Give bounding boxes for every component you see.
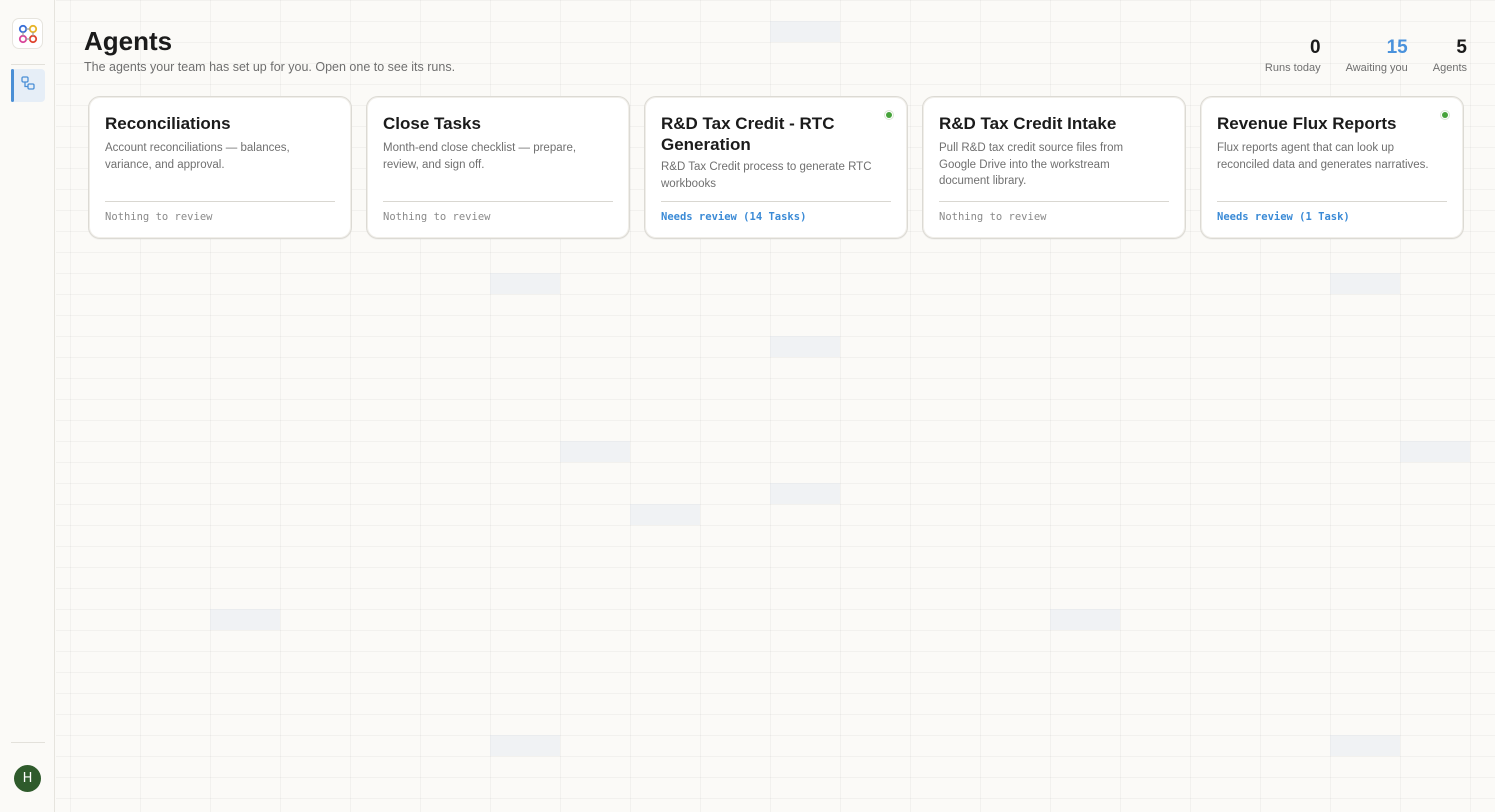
agent-card-title: Close Tasks xyxy=(383,114,481,133)
stat-label: Awaiting you xyxy=(1345,62,1408,74)
agent-card-description: Flux reports agent that can look up reco… xyxy=(1217,142,1429,171)
stat-value: 5 xyxy=(1456,37,1467,58)
agent-card-status: Nothing to review xyxy=(383,211,491,223)
background-grid-cell xyxy=(560,441,630,462)
card-divider xyxy=(105,201,335,202)
card-divider xyxy=(661,201,891,202)
background-grid-cell xyxy=(630,504,700,525)
page-subtitle: The agents your team has set up for you.… xyxy=(84,60,456,74)
agent-card[interactable]: R&D Tax Credit Intake Pull R&D tax credi… xyxy=(922,96,1186,239)
agent-card-title: Reconciliations xyxy=(105,114,231,133)
stat-label: Runs today xyxy=(1264,62,1321,74)
agents-icon xyxy=(20,75,36,96)
stat-label: Agents xyxy=(1432,62,1467,74)
agent-card-review-link[interactable]: Needs review (14 Tasks) xyxy=(661,210,806,224)
stat-agents: 5 Agents xyxy=(1433,37,1467,75)
background-grid-cell xyxy=(490,273,560,294)
card-divider xyxy=(383,201,613,202)
stat-value: 15 xyxy=(1386,37,1408,58)
background-grid-cell xyxy=(1050,609,1120,630)
page-title: Agents xyxy=(84,26,173,56)
sidebar-divider xyxy=(11,742,45,743)
active-status-dot-icon xyxy=(1440,110,1450,120)
app-window: H Agents The agents your team has set up… xyxy=(0,0,1495,812)
background-grid-cell xyxy=(770,336,840,357)
stat-runs-today: 0 Runs today xyxy=(1265,37,1321,75)
agent-card-title: R&D Tax Credit - RTC Generation xyxy=(661,114,835,154)
card-divider xyxy=(939,201,1169,202)
agent-card-status: Nothing to review xyxy=(105,211,213,223)
sidebar: H xyxy=(0,0,55,812)
background-grid-cell xyxy=(770,483,840,504)
stat-value: 0 xyxy=(1310,37,1321,58)
agent-card[interactable]: R&D Tax Credit - RTC Generation R&D Tax … xyxy=(644,96,908,239)
app-logo-icon[interactable] xyxy=(12,18,43,49)
agent-card-list: Reconciliations Account reconciliations … xyxy=(88,96,1464,239)
sidebar-item-agents[interactable] xyxy=(11,69,45,102)
stat-awaiting-you: 15 Awaiting you xyxy=(1346,37,1408,75)
main-content: Agents The agents your team has set up f… xyxy=(56,0,1495,812)
active-status-dot-icon xyxy=(884,110,894,120)
background-grid-cell xyxy=(1330,735,1400,756)
background-grid-cell xyxy=(210,609,280,630)
background-grid-cell xyxy=(1330,273,1400,294)
sidebar-divider xyxy=(11,64,45,65)
background-grid-cell xyxy=(770,21,840,42)
agent-card[interactable]: Revenue Flux Reports Flux reports agent … xyxy=(1200,96,1464,239)
agent-card[interactable]: Close Tasks Month-end close checklist — … xyxy=(366,96,630,239)
agent-card-description: R&D Tax Credit process to generate RTC w… xyxy=(661,161,872,190)
background-grid-cell xyxy=(490,735,560,756)
agent-card[interactable]: Reconciliations Account reconciliations … xyxy=(88,96,352,239)
user-avatar[interactable]: H xyxy=(14,765,41,792)
background-grid-cell xyxy=(1400,441,1470,462)
agent-card-description: Pull R&D tax credit source files from Go… xyxy=(939,142,1124,187)
agent-card-title: Revenue Flux Reports xyxy=(1217,114,1397,133)
agent-card-review-link[interactable]: Needs review (1 Task) xyxy=(1217,210,1350,224)
agent-card-title: R&D Tax Credit Intake xyxy=(939,114,1117,133)
stats-summary: 0 Runs today 15 Awaiting you 5 Agents xyxy=(1265,37,1467,75)
agent-card-description: Account reconciliations — balances, vari… xyxy=(105,142,290,171)
card-divider xyxy=(1217,201,1447,202)
agent-card-status: Nothing to review xyxy=(939,211,1047,223)
agent-card-description: Month-end close checklist — prepare, rev… xyxy=(383,142,577,171)
